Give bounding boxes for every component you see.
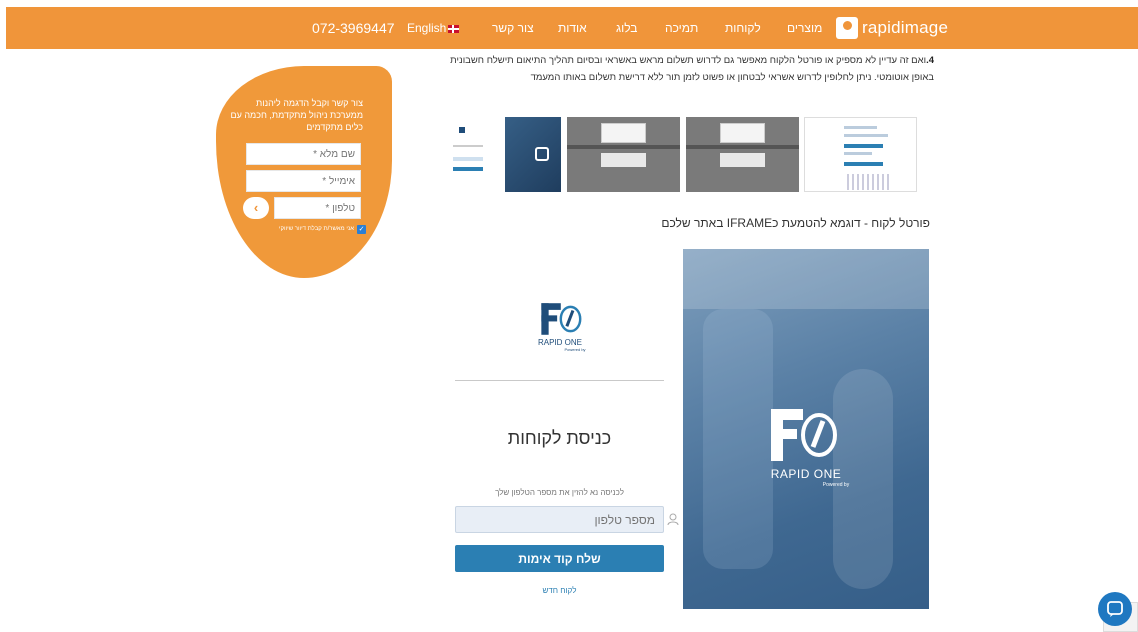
thumb-bar xyxy=(567,145,680,149)
image-figure xyxy=(703,309,773,569)
nav-language[interactable]: English xyxy=(407,7,460,49)
site-header: 072-3969447 English צור קשר אודות בלוג ת… xyxy=(6,7,1138,49)
login-divider xyxy=(455,380,664,381)
thumb-window xyxy=(719,153,766,167)
rapid-one-brand: RAPID ONE xyxy=(770,467,842,481)
gallery-thumbnail-1[interactable] xyxy=(449,117,489,192)
paragraph-text: ואם זה עדיין לא מספיק או פורטל הלקוח מאפ… xyxy=(450,55,934,83)
logo-mark-icon xyxy=(836,17,858,39)
login-title: כניסת לקוחות xyxy=(507,428,612,448)
thumb-window xyxy=(600,123,647,143)
contact-text: צור קשר וקבל הדגמה ליהנות ממערכת ניהול מ… xyxy=(230,98,364,132)
nav-support[interactable]: תמיכה xyxy=(665,7,698,49)
nav-contact[interactable]: צור קשר xyxy=(492,7,534,49)
thumb-input xyxy=(453,157,483,161)
contact-name-input[interactable] xyxy=(246,143,361,165)
iframe-section-title: פורטל לקוח - דוגמא להטמעת כIFRAME באתר ש… xyxy=(661,216,930,230)
consent-row: ✓ אני מאשר/ת קבלת דיוור שיווקי xyxy=(246,224,366,234)
top-strip xyxy=(0,0,1138,7)
paragraph-number: 4. xyxy=(926,55,934,66)
thumb-button xyxy=(453,167,483,171)
thumb-logo xyxy=(535,147,549,161)
powered-by-label: Powered by xyxy=(822,482,850,488)
powered-by-label-small: Powered by xyxy=(564,347,586,352)
contact-submit-button[interactable]: ‹ xyxy=(243,197,269,219)
nav-about[interactable]: אודות xyxy=(558,7,587,49)
thumb-line xyxy=(453,145,483,147)
chat-icon xyxy=(1107,601,1123,617)
chat-launcher-button[interactable] xyxy=(1098,592,1132,626)
nav-blog[interactable]: בלוג xyxy=(616,7,638,49)
thumb-line xyxy=(843,126,878,129)
site-logo[interactable]: rapidimage xyxy=(836,13,948,43)
nav-clients[interactable]: לקוחות xyxy=(725,7,761,49)
thumb-line xyxy=(843,134,889,137)
gallery-thumbnail-4[interactable] xyxy=(686,117,799,192)
thumb-bar xyxy=(686,145,799,149)
gallery-thumbnail-5[interactable] xyxy=(804,117,917,192)
send-verification-button[interactable]: שלח קוד אימות xyxy=(455,545,664,572)
gallery-thumbnail-2[interactable] xyxy=(505,117,561,192)
rapid-one-logo-icon xyxy=(541,303,582,335)
rapid-one-logo-icon xyxy=(771,409,837,461)
nav-language-label: English xyxy=(407,21,447,35)
contact-email-input[interactable] xyxy=(246,170,361,192)
user-icon xyxy=(667,513,679,526)
logo-text: rapidimage xyxy=(862,18,949,37)
thumb-button xyxy=(843,162,883,166)
gallery-thumbnail-3[interactable] xyxy=(567,117,680,192)
thumb-line xyxy=(843,152,872,155)
image-highlight xyxy=(683,249,929,309)
contact-phone-input[interactable] xyxy=(274,197,361,219)
consent-label: אני מאשר/ת קבלת דיוור שיווקי xyxy=(278,226,354,232)
thumb-button xyxy=(843,144,883,148)
rapid-one-brand-small: RAPID ONE xyxy=(537,338,582,347)
consent-checkbox[interactable]: ✓ xyxy=(357,224,366,234)
thumb-window xyxy=(719,123,766,143)
thumb-logo xyxy=(459,127,465,133)
portal-phone-input[interactable] xyxy=(455,506,664,533)
article-paragraph: 4.ואם זה עדיין לא מספיק או פורטל הלקוח מ… xyxy=(446,52,934,86)
nav-products[interactable]: מוצרים xyxy=(787,7,822,49)
login-hint: לכניסה נא להזין את מספר הטלפון שלך xyxy=(495,488,624,497)
thumb-grid xyxy=(847,174,892,190)
header-phone[interactable]: 072-3969447 xyxy=(312,7,395,49)
new-client-link[interactable]: לקוח חדש xyxy=(455,586,664,595)
thumb-window xyxy=(600,153,647,167)
portal-hero-image: RAPID ONE Powered by xyxy=(683,249,929,609)
uk-flag-icon xyxy=(448,24,460,33)
